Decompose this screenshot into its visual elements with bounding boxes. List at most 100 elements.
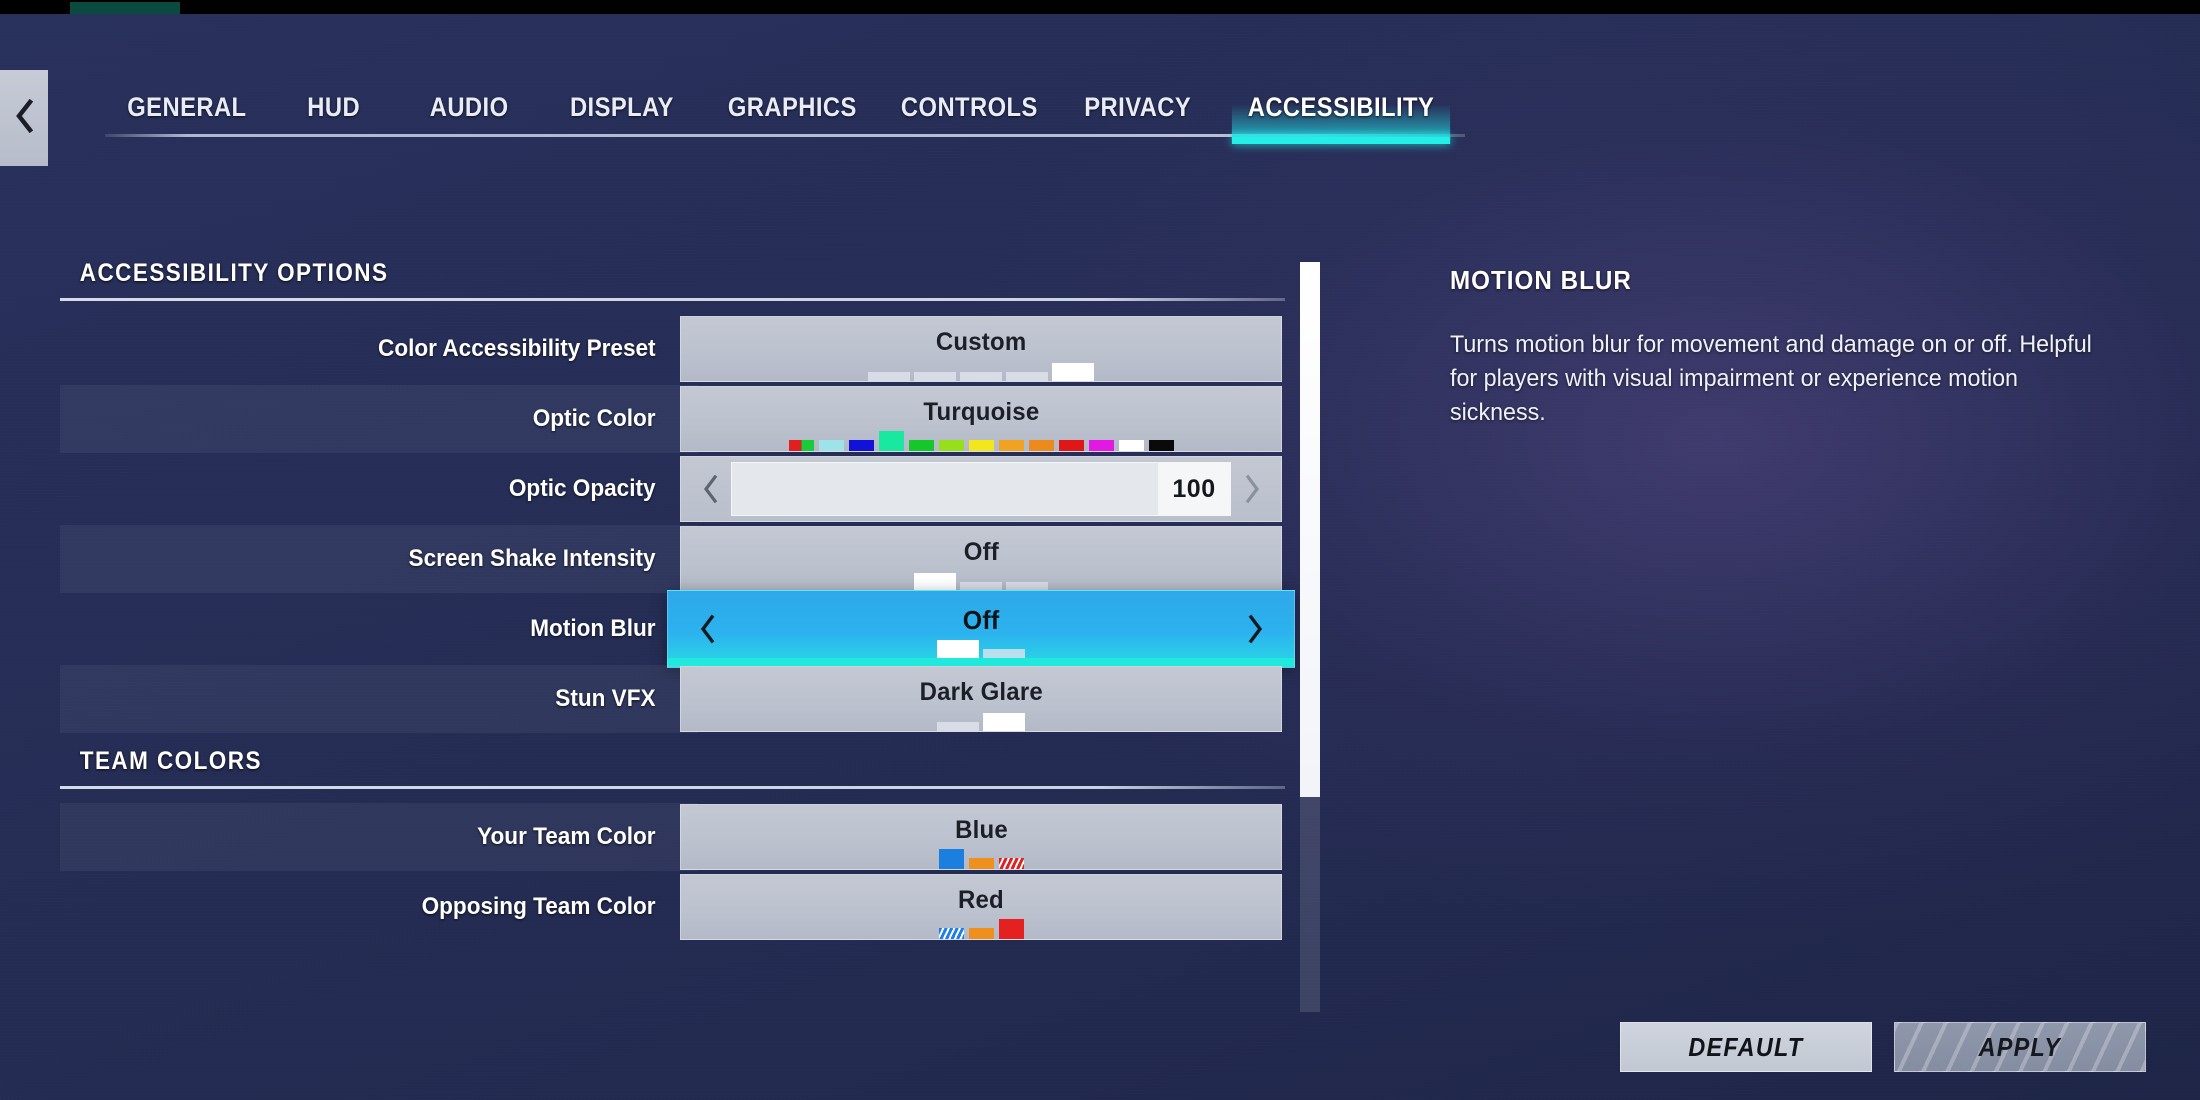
color-swatch — [1088, 440, 1114, 451]
section-accessibility-options: ACCESSIBILITY OPTIONS — [60, 259, 1285, 301]
row-label: Stun VFX — [555, 685, 656, 712]
row-motion-blur[interactable]: Motion Blur Off — [60, 590, 1295, 668]
control-value: Red — [958, 885, 1004, 914]
settings-screen: GENERAL HUD AUDIO DISPLAY GRAPHICS CONTROLS PR… — [0, 0, 2200, 1100]
color-swatch — [938, 440, 964, 451]
settings-tab-bar[interactable]: GENERAL HUD AUDIO DISPLAY GRAPHICS CONTROLS PR… — [105, 78, 1465, 144]
step-segment — [937, 722, 979, 731]
color-swatch — [878, 431, 904, 451]
your-team-color-control[interactable]: Blue — [680, 804, 1282, 870]
tab-graphics[interactable]: GRAPHICS — [715, 80, 870, 140]
chevron-right-icon[interactable] — [1232, 591, 1278, 667]
default-button-label: DEFAULT — [1688, 1031, 1804, 1062]
control-value: Turquoise — [923, 397, 1039, 426]
color-preset-control[interactable]: Custom — [680, 316, 1282, 382]
color-swatch — [998, 440, 1024, 451]
color-swatch — [1058, 440, 1084, 451]
color-swatch — [1028, 440, 1054, 451]
step-indicator — [681, 363, 1281, 381]
tab-label: GRAPHICS — [727, 91, 857, 122]
tab-label: AUDIO — [429, 91, 509, 122]
tab-general[interactable]: GENERAL — [115, 80, 259, 140]
tab-label: DISPLAY — [570, 91, 675, 122]
control-value: Custom — [935, 327, 1027, 356]
color-swatch — [1118, 440, 1144, 451]
chevron-left-icon[interactable] — [687, 457, 733, 521]
row-label: Color Accessibility Preset — [378, 335, 656, 362]
apply-button-label: APPLY — [1978, 1031, 2062, 1062]
color-swatch-strip — [681, 849, 1281, 869]
step-indicator — [668, 640, 1294, 658]
color-swatch — [908, 440, 934, 451]
row-label: Screen Shake Intensity — [408, 545, 656, 572]
step-indicator — [681, 713, 1281, 731]
top-bar-chip — [70, 2, 180, 14]
step-segment — [1006, 372, 1048, 381]
row-label: Optic Opacity — [508, 475, 656, 502]
tab-label: CONTROLS — [900, 91, 1038, 122]
chevron-right-icon[interactable] — [1229, 457, 1275, 521]
motion-blur-control[interactable]: Off — [667, 590, 1295, 668]
step-segment — [937, 640, 979, 658]
tab-display[interactable]: DISPLAY — [550, 80, 694, 140]
color-swatch — [1148, 440, 1174, 451]
apply-button[interactable]: APPLY — [1894, 1022, 2146, 1072]
color-swatch-strip — [681, 919, 1281, 939]
tab-hud[interactable]: HUD — [277, 80, 391, 140]
optic-color-control[interactable]: Turquoise — [680, 386, 1282, 452]
tab-accessibility[interactable]: ACCESSIBILITY — [1231, 80, 1451, 144]
info-panel: MOTION BLUR Turns motion blur for moveme… — [1450, 265, 2150, 430]
color-swatch — [998, 919, 1024, 939]
row-screen-shake-intensity[interactable]: Screen Shake Intensity Off — [60, 525, 1285, 593]
tab-audio[interactable]: AUDIO — [407, 80, 532, 140]
row-your-team-color[interactable]: Your Team Color Blue — [60, 803, 1285, 871]
color-swatch — [788, 440, 814, 451]
control-value: Off — [962, 604, 1000, 635]
step-segment — [914, 372, 956, 381]
control-value: Blue — [954, 815, 1008, 844]
step-segment — [1052, 363, 1094, 381]
color-swatch — [998, 858, 1024, 869]
tab-label: HUD — [307, 91, 360, 122]
row-optic-opacity[interactable]: Optic Opacity 100 — [60, 455, 1285, 523]
default-button[interactable]: DEFAULT — [1620, 1022, 1872, 1072]
settings-list: ACCESSIBILITY OPTIONS Color Accessibilit… — [60, 255, 1295, 943]
chevron-left-icon — [13, 98, 35, 138]
section-title: TEAM COLORS — [79, 747, 262, 775]
step-segment — [868, 372, 910, 381]
top-black-bar — [0, 0, 2200, 14]
section-team-colors: TEAM COLORS — [60, 747, 1285, 789]
back-button[interactable] — [0, 70, 48, 166]
row-opposing-team-color[interactable]: Opposing Team Color Red — [60, 873, 1285, 941]
opacity-slider-track[interactable]: 100 — [731, 462, 1231, 516]
info-title: MOTION BLUR — [1450, 265, 1632, 295]
control-value: Dark Glare — [919, 677, 1043, 706]
section-divider — [60, 786, 1285, 789]
tab-label: PRIVACY — [1083, 91, 1191, 122]
screen-shake-control[interactable]: Off — [680, 526, 1282, 592]
opposing-team-color-control[interactable]: Red — [680, 874, 1282, 940]
info-description: Turns motion blur for movement and damag… — [1450, 331, 2092, 427]
row-label: Motion Blur — [530, 615, 656, 642]
tab-controls[interactable]: CONTROLS — [891, 80, 1046, 140]
step-segment — [914, 573, 956, 591]
row-color-accessibility-preset[interactable]: Color Accessibility Preset Custom — [60, 315, 1285, 383]
control-value: Off — [963, 537, 999, 566]
row-stun-vfx[interactable]: Stun VFX Dark Glare — [60, 665, 1285, 733]
scrollbar-thumb[interactable] — [1300, 262, 1320, 797]
step-segment — [960, 372, 1002, 381]
footer-actions: DEFAULT APPLY — [1620, 1022, 2146, 1072]
optic-opacity-control[interactable]: 100 — [680, 456, 1282, 522]
section-divider — [60, 298, 1285, 301]
color-swatch — [848, 440, 874, 451]
row-label: Opposing Team Color — [421, 893, 656, 920]
opacity-value: 100 — [1158, 463, 1230, 515]
color-swatch — [938, 928, 964, 939]
color-swatch — [968, 858, 994, 869]
step-indicator — [681, 573, 1281, 591]
color-swatch-strip — [681, 431, 1281, 451]
row-label: Optic Color — [532, 405, 656, 432]
row-optic-color[interactable]: Optic Color Turquoise — [60, 385, 1285, 453]
tab-privacy[interactable]: PRIVACY — [1067, 80, 1207, 140]
stun-vfx-control[interactable]: Dark Glare — [680, 666, 1282, 732]
